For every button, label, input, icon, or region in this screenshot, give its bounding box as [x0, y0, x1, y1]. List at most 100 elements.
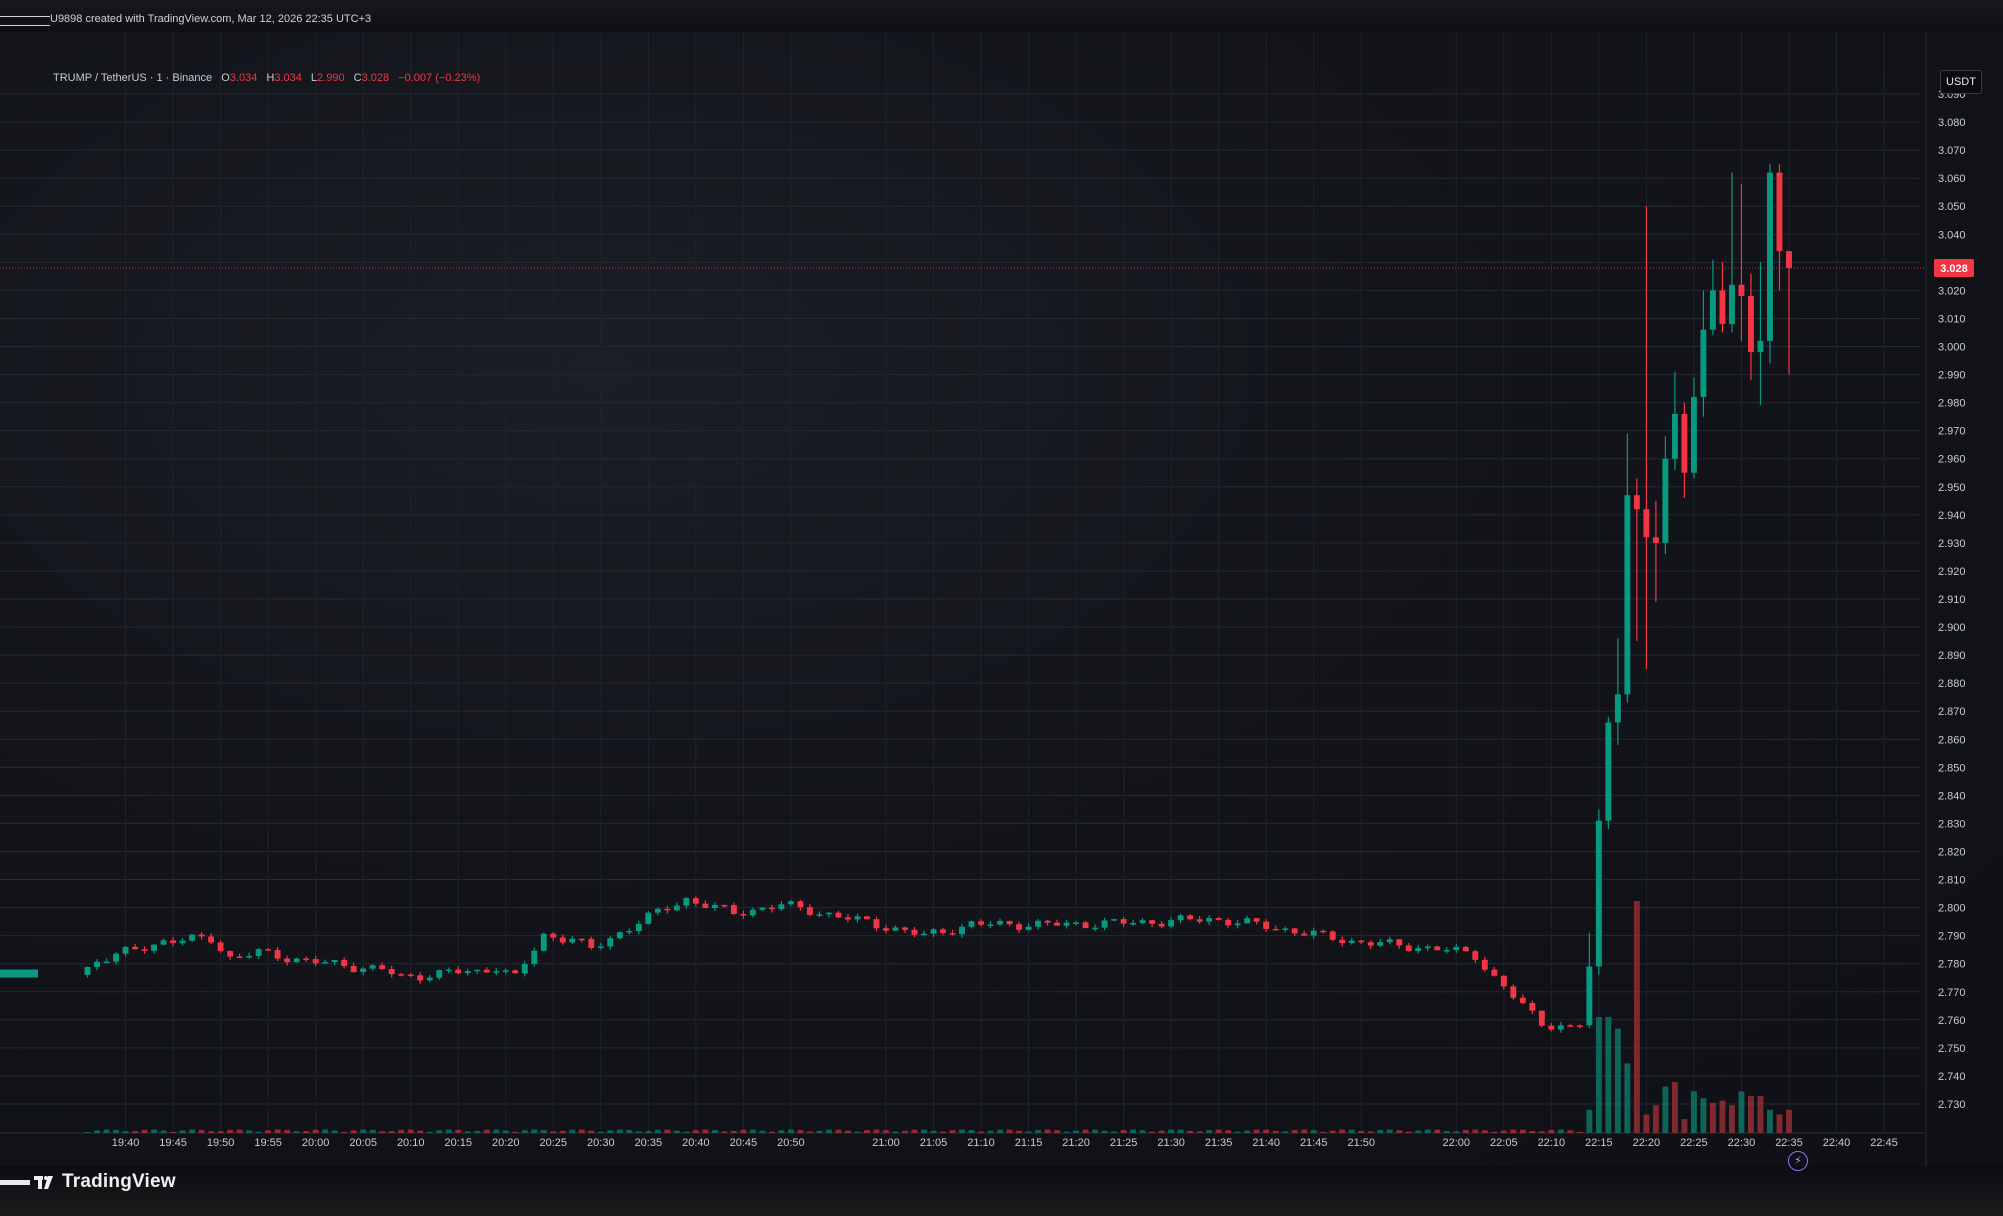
time-tick-label: 19:45 — [159, 1137, 187, 1149]
volume-bar — [1776, 1114, 1783, 1133]
last-price-label: 3.028 — [1940, 263, 1968, 275]
candle-body — [797, 901, 804, 908]
volume-bar — [1605, 1017, 1612, 1133]
time-tick-label: 22:35 — [1775, 1137, 1803, 1149]
volume-bar — [787, 1129, 794, 1133]
price-tick-label: 2.920 — [1938, 566, 1966, 578]
volume-bar — [521, 1130, 528, 1133]
time-tick-label: 20:35 — [635, 1137, 663, 1149]
candle-body — [1500, 975, 1507, 987]
time-tick-label: 21:25 — [1110, 1137, 1138, 1149]
volume-bar — [635, 1131, 642, 1133]
candle-body — [588, 938, 595, 948]
volume-bar — [1139, 1130, 1146, 1133]
volume-bar — [1263, 1129, 1270, 1133]
volume-bar — [502, 1130, 509, 1133]
volume-bar — [1225, 1130, 1232, 1133]
candle-body — [1681, 413, 1688, 473]
lightning-icon[interactable]: ⚡ — [1788, 1151, 1808, 1171]
candle-body — [1149, 920, 1156, 924]
volume-bar — [1633, 901, 1640, 1133]
volume-bar — [1196, 1131, 1203, 1133]
volume-bar — [1320, 1131, 1327, 1133]
price-tick-label: 3.070 — [1938, 145, 1966, 157]
candle-body — [1700, 329, 1707, 398]
candle-body — [255, 949, 262, 956]
candle-body — [1662, 458, 1669, 543]
volume-bar — [1510, 1129, 1517, 1133]
volume-bar — [1244, 1130, 1251, 1133]
candle-body — [512, 970, 519, 974]
candle-body — [369, 965, 376, 969]
candle-body — [1234, 923, 1241, 926]
time-tick-label: 20:50 — [777, 1137, 805, 1149]
candle-body — [645, 912, 652, 924]
candle-body — [702, 903, 709, 908]
volume-bar — [721, 1131, 728, 1133]
candle-body — [1424, 946, 1431, 949]
volume-bar — [1358, 1130, 1365, 1133]
candle-body — [892, 927, 899, 931]
volume-bar — [531, 1129, 538, 1133]
candle-body — [1671, 413, 1678, 459]
volume-bar — [1681, 1119, 1688, 1133]
price-tick-label: 2.870 — [1938, 706, 1966, 718]
candle-body — [417, 975, 424, 981]
candle-body — [787, 901, 794, 905]
candle-body — [902, 927, 908, 930]
candlestick-chart[interactable]: 3.0903.0803.0703.0603.0503.0403.0303.020… — [0, 32, 2003, 1166]
candle-body — [825, 912, 832, 915]
candle-body — [711, 904, 718, 908]
candle-body — [1101, 920, 1108, 928]
volume-bar — [1662, 1086, 1669, 1133]
candle-body — [274, 950, 281, 959]
volume-bar — [1700, 1098, 1707, 1133]
volume-bar — [959, 1129, 965, 1133]
volume-bar — [892, 1131, 899, 1133]
candle-body — [987, 924, 994, 927]
volume-bar — [1529, 1130, 1536, 1133]
candle-body — [1272, 928, 1279, 931]
price-tick-label: 2.950 — [1938, 482, 1966, 494]
price-tick-label: 2.800 — [1938, 903, 1966, 915]
candle-body — [1386, 939, 1393, 943]
volume-bar — [1643, 1114, 1650, 1133]
candle-body — [1719, 290, 1726, 325]
volume-bar — [1481, 1130, 1488, 1133]
candle-body — [398, 974, 405, 976]
volume-bar — [1500, 1130, 1507, 1133]
volume-bar — [1006, 1129, 1013, 1133]
candle-body — [360, 968, 367, 973]
volume-bar — [1748, 1095, 1754, 1133]
attribution-marker — [0, 16, 50, 26]
volume-bar — [331, 1130, 338, 1133]
time-tick-label: 21:20 — [1062, 1137, 1090, 1149]
currency-button[interactable]: USDT — [1940, 70, 1982, 94]
candle-body — [170, 940, 177, 944]
volume-bar — [597, 1131, 604, 1133]
volume-bar — [1035, 1130, 1041, 1133]
time-tick-label: 19:50 — [207, 1137, 235, 1149]
candle-body — [502, 970, 509, 972]
volume-bar — [151, 1129, 158, 1133]
candle-body — [1738, 284, 1745, 297]
time-tick-label: 19:55 — [254, 1137, 282, 1149]
candle-body — [854, 916, 861, 920]
price-tick-label: 2.820 — [1938, 846, 1966, 858]
volume-bar — [711, 1130, 718, 1133]
candle-body — [1120, 919, 1127, 924]
volume-bar — [616, 1129, 623, 1133]
volume-bar — [379, 1131, 386, 1133]
candle-body — [246, 955, 253, 958]
time-tick-label: 20:10 — [397, 1137, 425, 1149]
symbol-legend: TRUMP / TetherUS · 1 · Binance O3.034 H3… — [53, 72, 480, 84]
volume-bar — [730, 1130, 737, 1133]
volume-bar — [1719, 1100, 1726, 1133]
candle-body — [1301, 933, 1308, 936]
volume-bar — [1206, 1130, 1213, 1133]
volume-bar — [1548, 1129, 1555, 1133]
volume-bar — [132, 1131, 138, 1133]
chart-pane[interactable]: 3.0903.0803.0703.0603.0503.0403.0303.020… — [0, 32, 2003, 1171]
candle-body — [1310, 930, 1317, 936]
price-tick-label: 2.730 — [1938, 1099, 1966, 1111]
